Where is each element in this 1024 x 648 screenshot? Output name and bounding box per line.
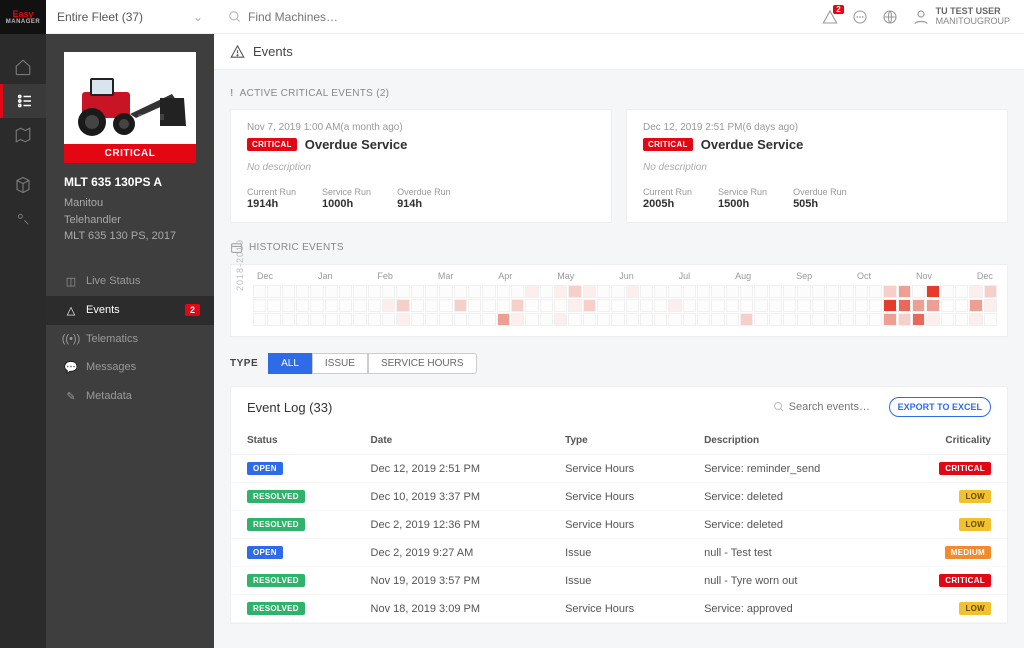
sidebar-item-events[interactable]: △Events2 bbox=[46, 296, 214, 325]
brand-logo: EasyMANAGER bbox=[0, 0, 46, 34]
tab-all[interactable]: ALL bbox=[268, 353, 312, 374]
sidebar-item-messages[interactable]: 💬Messages bbox=[46, 353, 214, 382]
tab-issue[interactable]: ISSUE bbox=[312, 353, 368, 374]
table-row[interactable]: RESOLVEDDec 10, 2019 3:37 PMService Hour… bbox=[231, 483, 1007, 511]
nav-rail: EasyMANAGER bbox=[0, 0, 46, 648]
side-nav: ◫Live Status △Events2 ((•))Telematics 💬M… bbox=[46, 267, 214, 411]
sidebar-item-telematics[interactable]: ((•))Telematics bbox=[46, 325, 214, 353]
page-title: Events bbox=[253, 44, 293, 59]
search-icon bbox=[228, 10, 242, 24]
rail-map-icon[interactable] bbox=[0, 118, 46, 152]
search-icon bbox=[773, 401, 785, 413]
machine-title: MLT 635 130PS A bbox=[64, 175, 196, 189]
search-input[interactable] bbox=[248, 10, 403, 24]
globe-icon[interactable] bbox=[882, 9, 898, 25]
rail-home-icon[interactable] bbox=[0, 50, 46, 84]
user-icon bbox=[912, 8, 930, 26]
alerts-icon[interactable]: 2 bbox=[822, 9, 838, 25]
tab-service-hours[interactable]: SERVICE HOURS bbox=[368, 353, 477, 374]
critical-banner: CRITICAL bbox=[64, 144, 196, 163]
event-card[interactable]: Dec 12, 2019 2:51 PM(6 days ago) CRITICA… bbox=[626, 109, 1008, 223]
type-tabs: TYPE ALL ISSUE SERVICE HOURS bbox=[230, 353, 1008, 374]
log-search[interactable] bbox=[773, 401, 879, 413]
user-menu[interactable]: TU TEST USERMANITOUGROUP bbox=[912, 7, 1010, 27]
log-title: Event Log (33) bbox=[247, 400, 332, 415]
rail-cube-icon[interactable] bbox=[0, 168, 46, 202]
table-row[interactable]: RESOLVEDDec 2, 2019 12:36 PMService Hour… bbox=[231, 511, 1007, 539]
warning-icon bbox=[230, 44, 245, 59]
fleet-select[interactable]: Entire Fleet (37) ⌄ bbox=[46, 0, 214, 34]
machine-meta: Manitou Telehandler MLT 635 130 PS, 2017 bbox=[64, 195, 196, 245]
table-row[interactable]: OPENDec 12, 2019 2:51 PMService HoursSer… bbox=[231, 455, 1007, 483]
global-search[interactable] bbox=[228, 10, 822, 24]
sidebar-item-live[interactable]: ◫Live Status bbox=[46, 267, 214, 296]
page-header: Events bbox=[214, 34, 1024, 70]
machine-card: CRITICAL MLT 635 130PS A Manitou Telehan… bbox=[46, 34, 214, 253]
historic-label: HISTORIC EVENTS bbox=[230, 241, 1008, 254]
table-row[interactable]: RESOLVEDNov 19, 2019 3:57 PMIssuenull - … bbox=[231, 567, 1007, 595]
heatmap: 2018-2019 DecJanFebMarAprMayJunJulAugSep… bbox=[230, 264, 1008, 337]
table-row[interactable]: RESOLVEDNov 18, 2019 3:09 PMService Hour… bbox=[231, 595, 1007, 623]
rail-list-icon[interactable] bbox=[0, 84, 46, 118]
rail-tool-icon[interactable] bbox=[0, 202, 46, 236]
sidebar-item-metadata[interactable]: ✎Metadata bbox=[46, 382, 214, 411]
event-cards: Nov 7, 2019 1:00 AM(a month ago) CRITICA… bbox=[230, 109, 1008, 223]
active-events-label: !ACTIVE CRITICAL EVENTS (2) bbox=[230, 88, 1008, 99]
export-button[interactable]: EXPORT TO EXCEL bbox=[889, 397, 991, 417]
topbar: 2 TU TEST USERMANITOUGROUP bbox=[214, 0, 1024, 34]
event-card[interactable]: Nov 7, 2019 1:00 AM(a month ago) CRITICA… bbox=[230, 109, 612, 223]
main: 2 TU TEST USERMANITOUGROUP Events !ACTIV… bbox=[214, 0, 1024, 648]
table-row[interactable]: OPENDec 2, 2019 9:27 AMIssuenull - Test … bbox=[231, 539, 1007, 567]
chevron-down-icon: ⌄ bbox=[193, 10, 203, 24]
event-log: Event Log (33) EXPORT TO EXCEL Status Da… bbox=[230, 386, 1008, 624]
machine-image bbox=[64, 52, 196, 144]
chat-icon[interactable] bbox=[852, 9, 868, 25]
sidebar: Entire Fleet (37) ⌄ CRITICAL MLT 635 130… bbox=[46, 0, 214, 648]
